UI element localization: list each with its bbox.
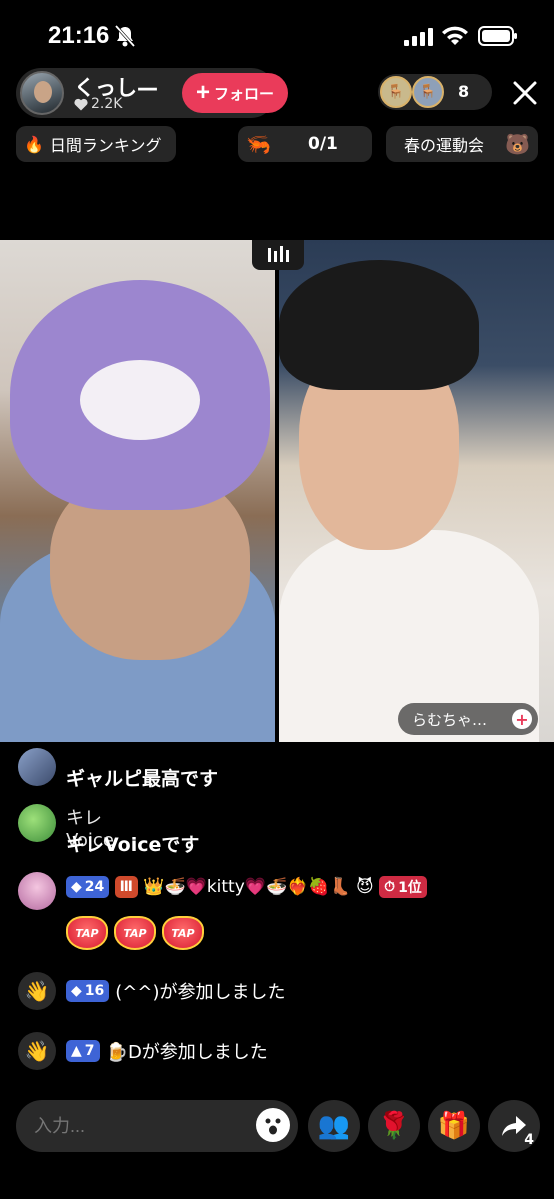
multi-guest-button[interactable]: 👥: [308, 1100, 360, 1152]
event-label: 春の運動会: [404, 136, 485, 155]
wifi-icon: [442, 26, 468, 45]
dragon-icon: 🦐: [246, 132, 271, 156]
battery-icon: [478, 26, 517, 46]
level-badge: ◆ 16: [66, 980, 110, 1002]
chat-message-text: キレVoiceです: [66, 834, 200, 856]
chat-avatar[interactable]: [18, 748, 56, 786]
signal-icon: [404, 28, 433, 46]
host-likes-count: 2.2K: [91, 96, 123, 112]
guest-name-pill[interactable]: らむちゃ… +: [398, 703, 538, 735]
gift-button[interactable]: 🎁: [428, 1100, 480, 1152]
follow-button[interactable]: + フォロー: [182, 73, 288, 113]
rose-icon: 🌹: [377, 1111, 411, 1141]
split-screen-icon[interactable]: [252, 240, 304, 270]
bear-icon: 🐻: [505, 132, 530, 156]
rose-button[interactable]: 🌹: [368, 1100, 420, 1152]
multi-guest-video: らむちゃ… +: [0, 240, 554, 744]
viewer-avatar[interactable]: 🪑: [412, 76, 444, 108]
rank-badge: ⏱ 1位: [379, 876, 427, 898]
wave-icon: 👋: [18, 972, 56, 1010]
tap-sticker: TAP: [66, 916, 108, 950]
chat-message-text: ギャルピ最高です: [66, 768, 219, 790]
daily-ranking-label: 日間ランキング: [49, 136, 162, 155]
host-likes: 2.2K: [74, 96, 122, 112]
fire-icon: 🔥: [24, 134, 44, 154]
host-info[interactable]: くっし— 2.2K + フォロー: [16, 68, 288, 118]
viewer-count: 8: [458, 82, 470, 101]
tap-sticker: TAP: [114, 916, 156, 950]
viewer-avatar[interactable]: 🪑: [380, 76, 412, 108]
bell-off-icon: [114, 24, 136, 48]
multi-guest-icon: 👥: [317, 1111, 351, 1141]
plus-icon: +: [195, 79, 210, 106]
wave-icon: 👋: [18, 1032, 56, 1070]
share-count: 4: [524, 1132, 534, 1148]
chat-avatar[interactable]: [18, 804, 56, 842]
fan-badge: Ⅲ: [114, 876, 138, 898]
daily-ranking-tag[interactable]: 🔥 日間ランキング: [16, 126, 176, 162]
viewer-list[interactable]: 🪑 🪑 8: [378, 74, 492, 110]
event-tag[interactable]: 春の運動会 🐻: [386, 126, 538, 162]
score-value: 0/1: [308, 134, 338, 154]
follow-label: フォロー: [214, 85, 275, 103]
bottom-bar: 👥 🌹 🎁 4: [0, 1096, 554, 1156]
share-icon: [502, 1116, 526, 1136]
status-bar: 21:16: [0, 0, 554, 70]
tap-stickers: TAP TAP TAP: [66, 916, 210, 950]
level-badge: ◆ 24: [66, 876, 110, 898]
chat-avatar[interactable]: [18, 872, 56, 910]
share-button[interactable]: 4: [488, 1100, 540, 1152]
tap-sticker: TAP: [162, 916, 204, 950]
host-video[interactable]: [0, 240, 275, 742]
emoji-icon[interactable]: [256, 1108, 290, 1142]
chat-feed: ギャルピ最高です キレVoice キレVoiceです ◆ 24 Ⅲ 👑🍜💗kitt…: [0, 744, 554, 1084]
guest-follow-plus-icon[interactable]: +: [512, 709, 532, 729]
guest-name: らむちゃ…: [412, 710, 488, 729]
host-avatar[interactable]: [20, 71, 64, 115]
guest-video[interactable]: [279, 240, 554, 742]
status-time: 21:16: [48, 22, 110, 49]
chat-gift-text: 👑🍜💗kitty💗🍜❤️‍🔥🍓👢 😈: [143, 877, 374, 897]
chat-gift-line: ◆ 24 Ⅲ 👑🍜💗kitty💗🍜❤️‍🔥🍓👢 😈 ⏱ 1位: [66, 876, 427, 898]
chat-join-line: ▲ 7 🍺Dが参加しました: [66, 1038, 268, 1064]
close-icon[interactable]: [510, 78, 540, 108]
host-video-hat: [10, 280, 270, 510]
chat-join-line: ◆ 16 (^^)が参加しました: [66, 978, 285, 1004]
chat-join-text: 🍺Dが参加しました: [105, 1042, 268, 1063]
level-badge: ▲ 7: [66, 1040, 100, 1062]
heart-icon: [74, 98, 88, 110]
score-tag[interactable]: 🦐 0/1: [238, 126, 372, 162]
guest-video-hair: [279, 260, 479, 390]
chat-join-text: (^^)が参加しました: [115, 982, 286, 1003]
gift-icon: 🎁: [437, 1111, 471, 1141]
